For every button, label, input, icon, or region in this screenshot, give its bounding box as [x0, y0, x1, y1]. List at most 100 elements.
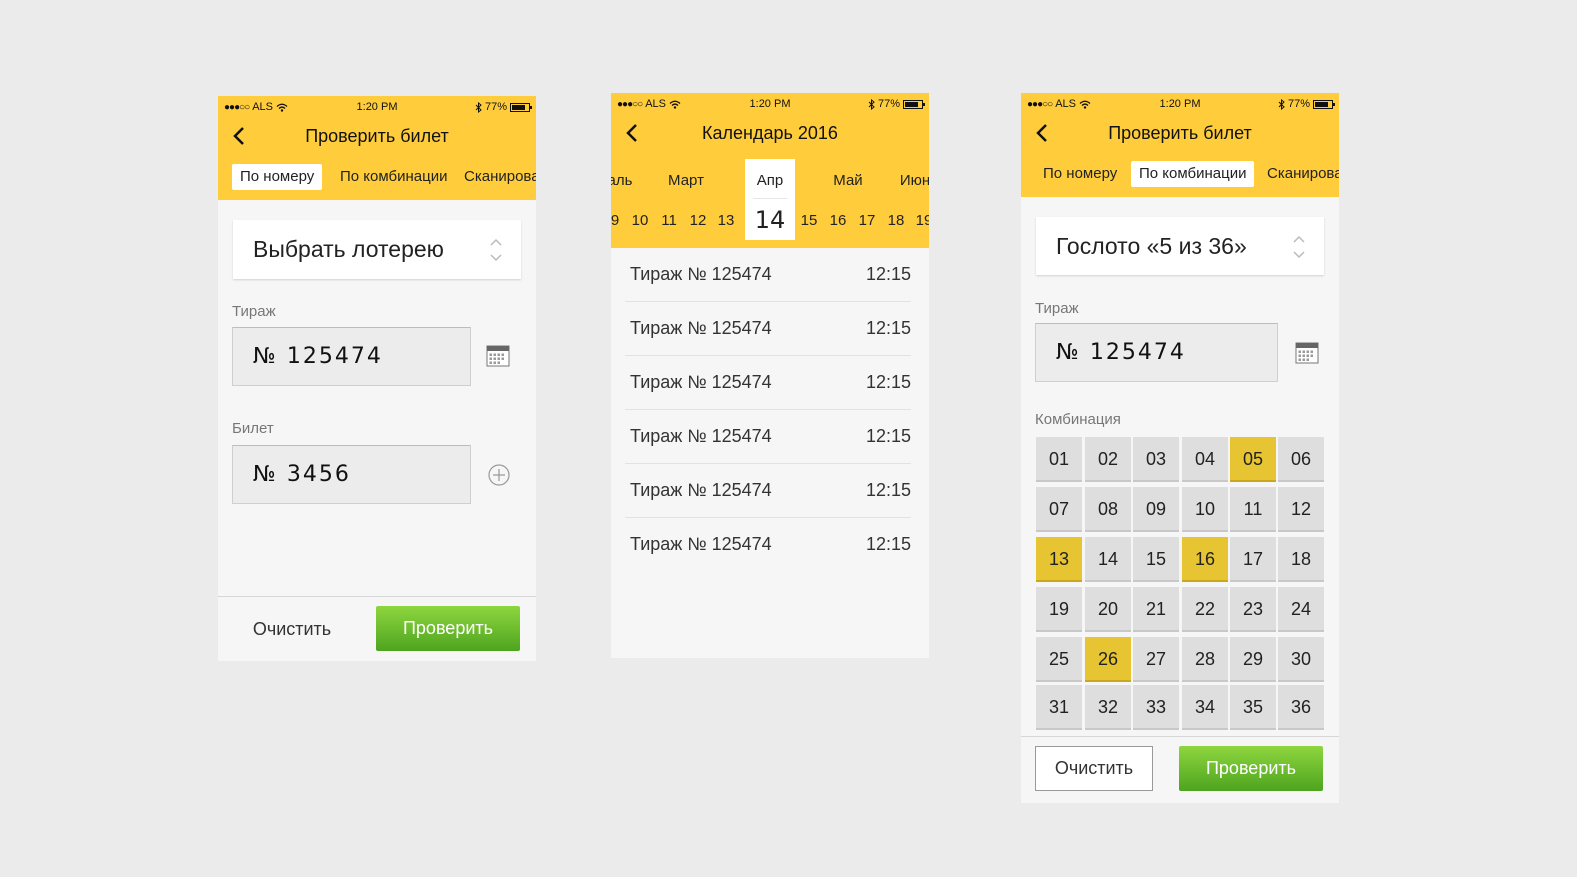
- month-item[interactable]: Март: [668, 172, 704, 189]
- lottery-select-label: Гослото «5 из 36»: [1056, 232, 1247, 259]
- battery-percent: 77%: [484, 101, 507, 113]
- draw-row[interactable]: Тираж № 125474 12:15: [625, 518, 911, 571]
- number-cell[interactable]: 27: [1133, 637, 1179, 682]
- number-cell[interactable]: 32: [1085, 685, 1131, 730]
- check-button[interactable]: Проверить: [376, 606, 520, 651]
- number-cell[interactable]: 14: [1085, 537, 1131, 582]
- number-cell[interactable]: 33: [1133, 685, 1179, 730]
- number-cell[interactable]: 02: [1085, 437, 1131, 482]
- calendar-screen: ●●●○○ ALS 1:20 PM 77% Календарь 2016 аль …: [611, 93, 929, 658]
- battery-percent: 77%: [1287, 98, 1310, 110]
- tab-by-combination[interactable]: По комбинации: [332, 164, 455, 190]
- tab-by-number[interactable]: По номеру: [1035, 161, 1125, 187]
- clear-button[interactable]: Очистить: [1035, 746, 1153, 791]
- tab-by-combination[interactable]: По комбинации: [1131, 161, 1255, 187]
- number-cell[interactable]: 12: [1278, 487, 1324, 532]
- day-item[interactable]: 19: [916, 212, 929, 229]
- draw-title: Тираж № 125474: [630, 318, 772, 338]
- number-cell[interactable]: 31: [1036, 685, 1082, 730]
- signal-icon: ●●●○○: [224, 101, 250, 113]
- day-item[interactable]: 11: [661, 212, 677, 229]
- number-cell[interactable]: 20: [1085, 587, 1131, 632]
- draw-title: Тираж № 125474: [630, 426, 772, 446]
- number-cell[interactable]: 09: [1133, 487, 1179, 532]
- number-cell[interactable]: 36: [1278, 685, 1324, 730]
- draw-number-field[interactable]: № 125474: [1035, 323, 1278, 382]
- up-down-arrows-icon: [490, 238, 502, 262]
- wifi-icon: [1079, 100, 1091, 109]
- number-cell[interactable]: 24: [1278, 587, 1324, 632]
- battery-icon: [510, 102, 532, 112]
- back-chevron-icon[interactable]: [1031, 121, 1055, 145]
- day-item[interactable]: 17: [859, 212, 876, 229]
- number-cell[interactable]: 18: [1278, 537, 1324, 582]
- lottery-select[interactable]: Выбрать лотерею: [233, 220, 521, 279]
- draw-title: Тираж № 125474: [630, 264, 772, 284]
- ticket-number-value: № 3456: [253, 462, 351, 487]
- status-bar: ●●●○○ ALS 1:20 PM 77%: [611, 93, 929, 115]
- number-cell-selected[interactable]: 16: [1182, 537, 1228, 582]
- month-item[interactable]: Июн: [900, 172, 929, 189]
- number-cell[interactable]: 01: [1036, 437, 1082, 482]
- number-cell[interactable]: 15: [1133, 537, 1179, 582]
- draw-row[interactable]: Тираж № 125474 12:15: [625, 302, 911, 356]
- day-item[interactable]: 13: [718, 212, 735, 229]
- draw-number-value: № 125474: [1056, 340, 1186, 365]
- draw-row[interactable]: Тираж № 125474 12:15: [625, 464, 911, 518]
- number-cell-selected[interactable]: 05: [1230, 437, 1276, 482]
- number-cell[interactable]: 34: [1182, 685, 1228, 730]
- draw-row[interactable]: Тираж № 125474 12:15: [625, 356, 911, 410]
- number-cell[interactable]: 17: [1230, 537, 1276, 582]
- number-cell[interactable]: 03: [1133, 437, 1179, 482]
- tab-scan[interactable]: Сканирова: [1259, 161, 1339, 187]
- back-chevron-icon[interactable]: [621, 121, 645, 145]
- number-cell[interactable]: 07: [1036, 487, 1082, 532]
- number-cell[interactable]: 28: [1182, 637, 1228, 682]
- calendar-icon[interactable]: [1295, 341, 1319, 365]
- bottom-bar: Очистить Проверить: [218, 596, 536, 661]
- number-cell[interactable]: 08: [1085, 487, 1131, 532]
- signal-icon: ●●●○○: [617, 98, 643, 110]
- ticket-number-field[interactable]: № 3456: [232, 445, 471, 504]
- title-bar: Проверить билет: [218, 118, 536, 154]
- day-item[interactable]: 10: [632, 212, 649, 229]
- bluetooth-icon: [868, 98, 875, 110]
- day-item-selected[interactable]: 14: [755, 206, 786, 234]
- number-cell[interactable]: 19: [1036, 587, 1082, 632]
- month-item[interactable]: аль: [611, 172, 632, 189]
- number-cell[interactable]: 04: [1182, 437, 1228, 482]
- number-cell-selected[interactable]: 26: [1085, 637, 1131, 682]
- number-cell-selected[interactable]: 13: [1036, 537, 1082, 582]
- tab-scan[interactable]: Сканирова: [456, 164, 536, 190]
- number-cell[interactable]: 06: [1278, 437, 1324, 482]
- calendar-icon[interactable]: [486, 344, 510, 368]
- month-item-selected[interactable]: Апр: [757, 172, 783, 189]
- clear-button[interactable]: Очистить: [232, 607, 352, 652]
- day-item[interactable]: 15: [801, 212, 818, 229]
- number-cell[interactable]: 30: [1278, 637, 1324, 682]
- day-item[interactable]: 18: [888, 212, 905, 229]
- number-cell[interactable]: 29: [1230, 637, 1276, 682]
- draw-row[interactable]: Тираж № 125474 12:15: [625, 410, 911, 464]
- number-cell[interactable]: 25: [1036, 637, 1082, 682]
- number-cell[interactable]: 21: [1133, 587, 1179, 632]
- check-button[interactable]: Проверить: [1179, 746, 1323, 791]
- ticket-label: Билет: [232, 420, 274, 437]
- number-cell[interactable]: 10: [1182, 487, 1228, 532]
- lottery-select[interactable]: Гослото «5 из 36»: [1036, 217, 1324, 275]
- plus-circle-icon[interactable]: [487, 463, 511, 487]
- month-item[interactable]: Май: [833, 172, 862, 189]
- day-item[interactable]: 16: [830, 212, 847, 229]
- draw-label: Тираж: [232, 303, 276, 320]
- number-cell[interactable]: 23: [1230, 587, 1276, 632]
- number-cell[interactable]: 11: [1230, 487, 1276, 532]
- day-item[interactable]: 12: [690, 212, 707, 229]
- number-cell[interactable]: 22: [1182, 587, 1228, 632]
- draw-number-field[interactable]: № 125474: [232, 327, 471, 386]
- day-item[interactable]: 9: [611, 212, 619, 229]
- tab-by-number[interactable]: По номеру: [232, 164, 323, 190]
- number-cell[interactable]: 35: [1230, 685, 1276, 730]
- back-chevron-icon[interactable]: [228, 124, 252, 148]
- draw-row[interactable]: Тираж № 125474 12:15: [625, 248, 911, 302]
- battery-icon: [903, 99, 925, 109]
